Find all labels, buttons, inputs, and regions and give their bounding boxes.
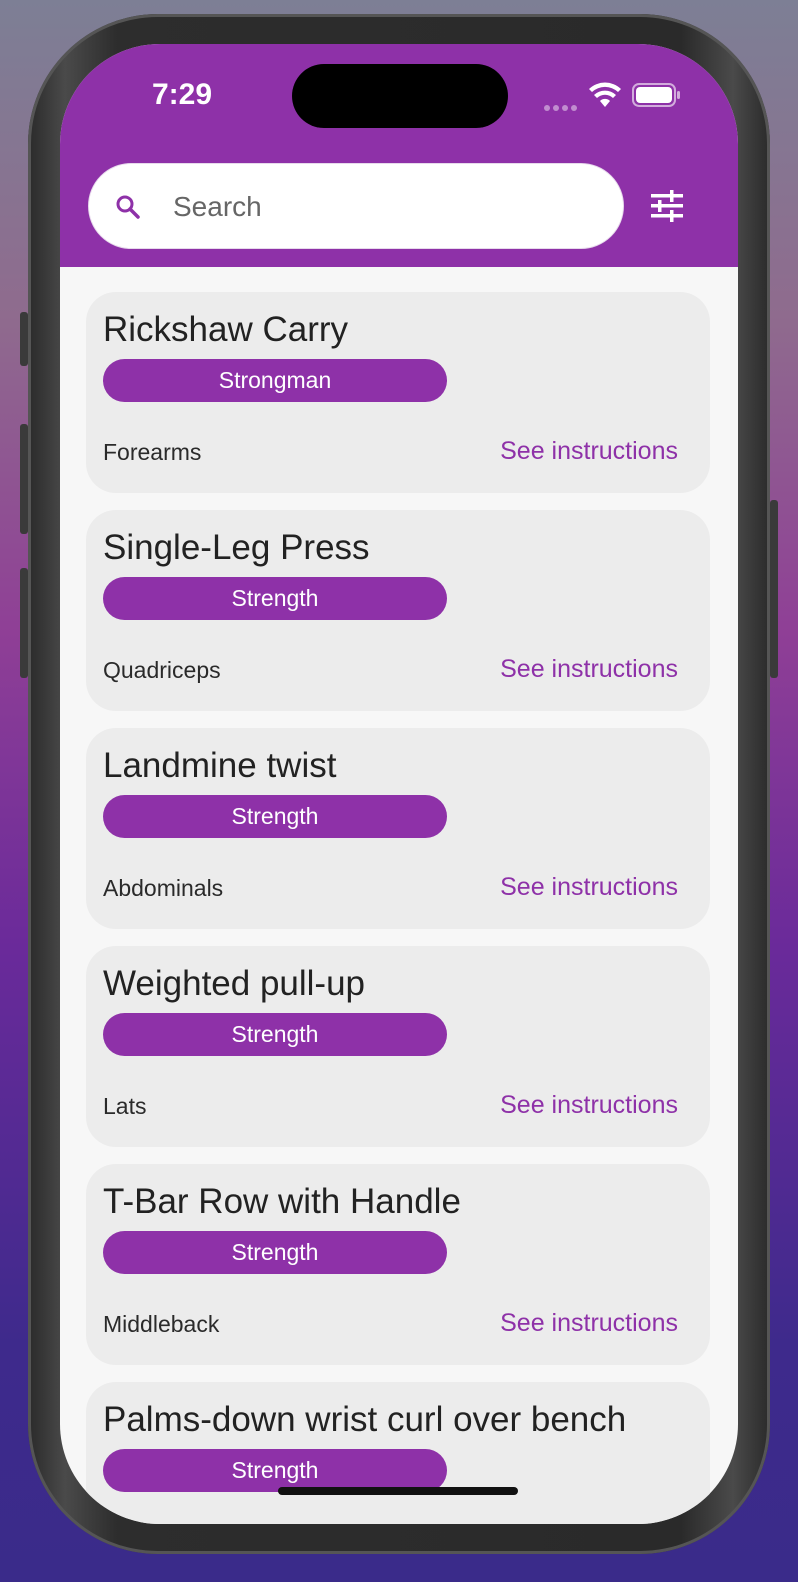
see-instructions-button[interactable]: See instructions [500, 655, 678, 684]
power-button [770, 500, 778, 678]
battery-icon [632, 83, 680, 107]
mute-switch [20, 312, 28, 366]
exercise-card: Weighted pull-up Strength Lats See instr… [86, 946, 710, 1147]
exercise-muscle: Middleback [103, 1311, 220, 1337]
exercise-name: Weighted pull-up [103, 964, 366, 1003]
exercise-type-chip: Strength [103, 577, 447, 620]
home-indicator[interactable] [278, 1487, 518, 1495]
wifi-icon [589, 82, 621, 107]
exercise-type-chip: Strongman [103, 359, 447, 402]
see-instructions-button[interactable]: See instructions [500, 873, 678, 902]
cellular-signal-icon [544, 98, 580, 111]
exercise-list: Rickshaw Carry Strongman Forearms See in… [86, 292, 710, 1524]
exercise-type-chip: Strength [103, 1013, 447, 1056]
tune-icon[interactable] [650, 190, 684, 222]
search-bar[interactable] [88, 163, 624, 250]
exercise-muscle: Quadriceps [103, 657, 221, 683]
exercise-type-chip: Strength [103, 1231, 447, 1274]
exercise-muscle: Forearms [103, 439, 202, 465]
see-instructions-button[interactable]: See instructions [500, 1309, 678, 1338]
volume-up-button [20, 424, 28, 534]
search-icon [116, 195, 140, 219]
exercise-card: T-Bar Row with Handle Strength Middlebac… [86, 1164, 710, 1365]
dynamic-island [292, 64, 508, 128]
exercise-muscle: Lats [103, 1093, 147, 1119]
volume-down-button [20, 568, 28, 678]
app-screen: 7:29 Ri [60, 44, 738, 1524]
exercise-name: Single-Leg Press [103, 528, 370, 567]
exercise-type-chip: Strength [103, 795, 447, 838]
exercise-type-chip: Strength [103, 1449, 447, 1492]
status-time: 7:29 [152, 78, 213, 111]
exercise-name: Rickshaw Carry [103, 310, 349, 349]
exercise-card: Rickshaw Carry Strongman Forearms See in… [86, 292, 710, 493]
exercise-name: Landmine twist [103, 746, 337, 785]
exercise-name: Palms-down wrist curl over bench [103, 1400, 627, 1439]
exercise-muscle: Abdominals [103, 875, 224, 901]
see-instructions-button[interactable]: See instructions [500, 437, 678, 466]
app-header: 7:29 [60, 44, 738, 267]
exercise-card: Landmine twist Strength Abdominals See i… [86, 728, 710, 929]
exercise-card: Palms-down wrist curl over bench Strengt… [86, 1382, 710, 1524]
see-instructions-button[interactable]: See instructions [500, 1091, 678, 1120]
exercise-name: T-Bar Row with Handle [103, 1182, 461, 1221]
search-input[interactable] [171, 164, 595, 250]
exercise-card: Single-Leg Press Strength Quadriceps See… [86, 510, 710, 711]
